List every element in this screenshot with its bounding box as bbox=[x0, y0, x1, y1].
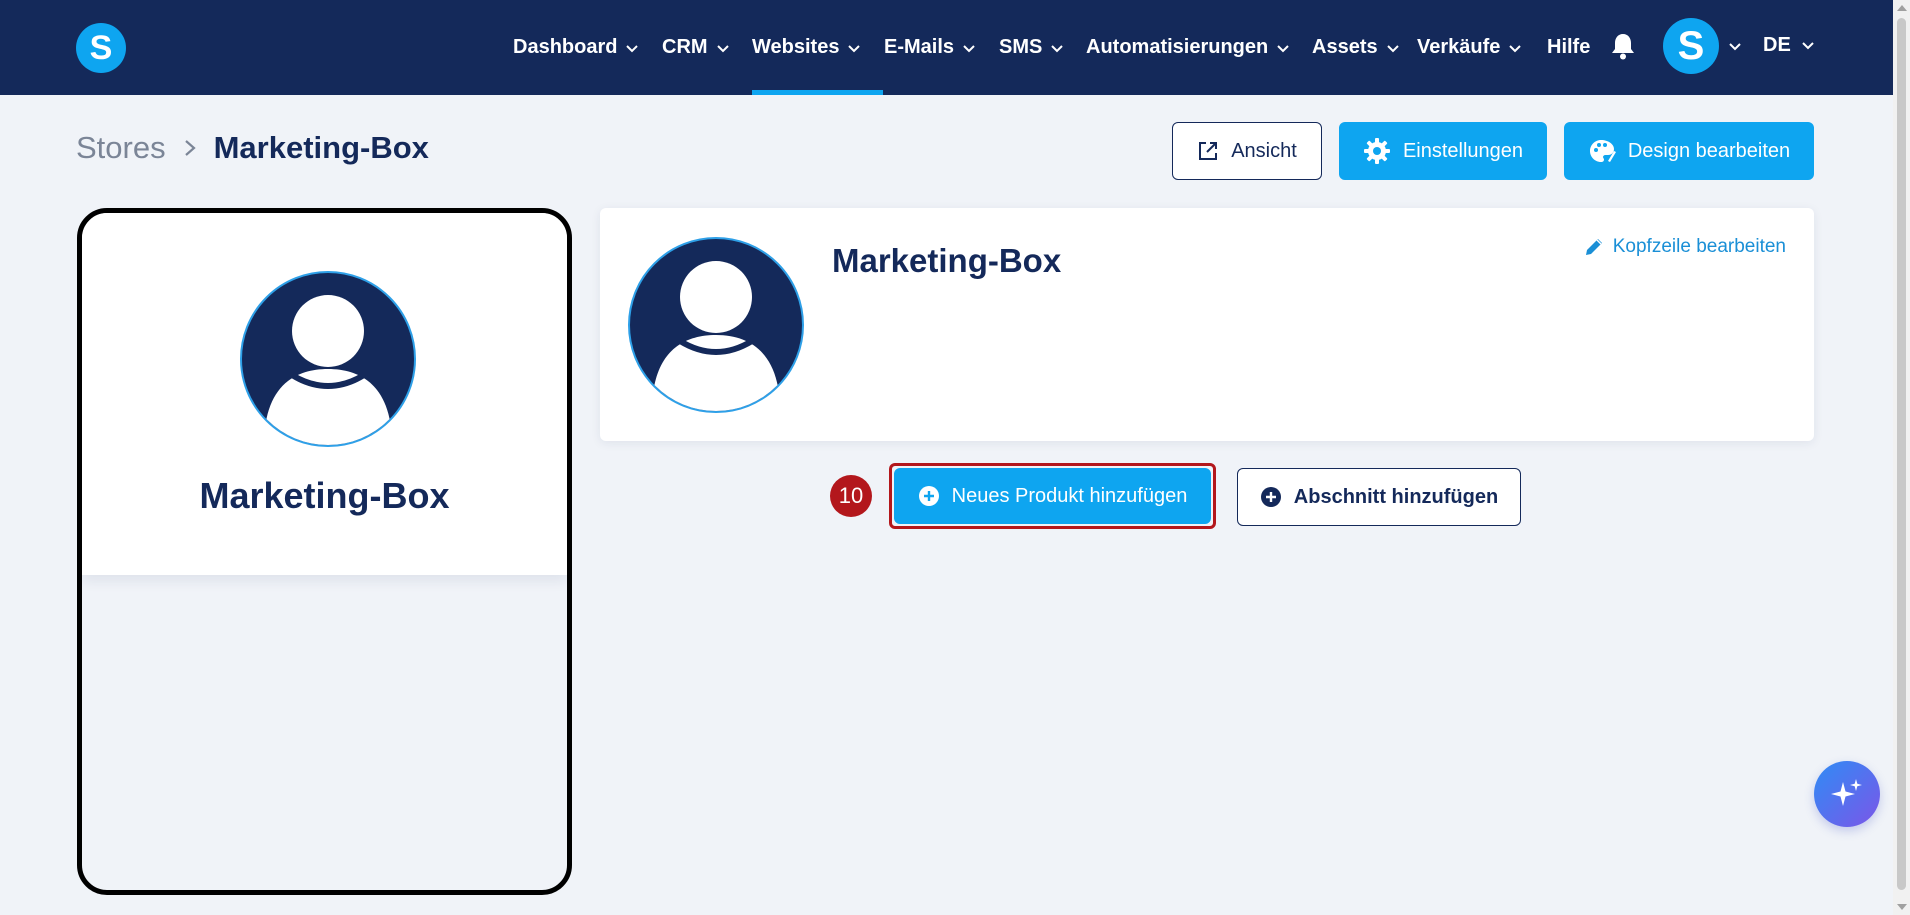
mobile-preview: Marketing-Box bbox=[77, 208, 572, 895]
scroll-down-arrow-icon[interactable] bbox=[1897, 904, 1907, 910]
plus-circle-icon bbox=[1260, 487, 1281, 507]
nav-item-label: Automatisierungen bbox=[1086, 36, 1269, 58]
chevron-down-icon bbox=[1051, 44, 1064, 52]
breadcrumb-stores-link[interactable]: Stores bbox=[76, 130, 166, 166]
add-section-label: Abschnitt hinzufügen bbox=[1293, 485, 1499, 508]
nav-item-automatisierungen[interactable]: Automatisierungen bbox=[1086, 0, 1290, 95]
breadcrumb: Stores Marketing-Box bbox=[76, 130, 429, 166]
preview-header: Marketing-Box bbox=[82, 213, 567, 575]
language-label: DE bbox=[1763, 33, 1791, 56]
nav-item-emails[interactable]: E-Mails bbox=[884, 0, 976, 95]
nav-item-label: Hilfe bbox=[1547, 36, 1591, 58]
profile-avatar-icon bbox=[628, 237, 804, 413]
scrollbar-thumb[interactable] bbox=[1897, 18, 1906, 890]
chevron-down-icon bbox=[963, 44, 975, 52]
chevron-down-icon bbox=[1386, 44, 1399, 52]
gear-icon bbox=[1363, 138, 1390, 164]
nav-item-label: CRM bbox=[662, 36, 708, 58]
page-scrollbar[interactable] bbox=[1893, 0, 1910, 915]
nav-item-label: E-Mails bbox=[884, 36, 955, 58]
store-header-card: Marketing-Box Kopfzeile bearbeiten bbox=[600, 208, 1814, 441]
pencil-icon bbox=[1585, 239, 1602, 255]
settings-button[interactable]: Einstellungen bbox=[1339, 122, 1547, 180]
nav-item-assets[interactable]: Assets bbox=[1312, 0, 1400, 95]
scroll-up-arrow-icon[interactable] bbox=[1897, 5, 1907, 11]
edit-header-label: Kopfzeile bearbeiten bbox=[1612, 236, 1786, 257]
design-edit-button[interactable]: Design bearbeiten bbox=[1564, 122, 1814, 180]
chevron-down-icon[interactable] bbox=[1728, 39, 1742, 53]
chevron-down-icon bbox=[626, 44, 639, 52]
add-section-button[interactable]: Abschnitt hinzufügen bbox=[1237, 468, 1521, 526]
language-selector[interactable]: DE bbox=[1763, 0, 1815, 90]
plus-circle-icon bbox=[918, 486, 939, 506]
nav-item-label: SMS bbox=[999, 36, 1043, 58]
nav-item-hilfe[interactable]: Hilfe bbox=[1547, 0, 1590, 95]
add-product-button[interactable]: Neues Produkt hinzufügen bbox=[894, 468, 1211, 524]
external-link-icon bbox=[1199, 142, 1218, 160]
nav-item-dashboard[interactable]: Dashboard bbox=[513, 0, 639, 95]
nav-item-websites[interactable]: Websites bbox=[752, 0, 884, 95]
chevron-down-icon bbox=[1509, 44, 1522, 52]
step-number-badge: 10 bbox=[830, 475, 872, 517]
bell-icon[interactable] bbox=[1610, 32, 1636, 60]
chevron-right-icon bbox=[184, 140, 196, 156]
page-title: Marketing-Box bbox=[213, 130, 429, 165]
nav-item-verkaeufe[interactable]: Verkäufe bbox=[1417, 0, 1522, 95]
top-navigation-bar: S Dashboard CRM Websites E-Mails SMS Aut… bbox=[0, 0, 1893, 95]
design-edit-button-label: Design bearbeiten bbox=[1627, 139, 1791, 162]
nav-item-label: Verkäufe bbox=[1417, 36, 1501, 58]
nav-item-label: Assets bbox=[1312, 36, 1378, 58]
profile-avatar-icon bbox=[240, 271, 416, 447]
user-avatar[interactable]: S bbox=[1663, 18, 1719, 74]
store-title: Marketing-Box bbox=[832, 242, 1062, 279]
chevron-down-icon bbox=[848, 44, 861, 52]
nav-item-label: Websites bbox=[752, 36, 840, 58]
ai-assistant-button[interactable] bbox=[1814, 761, 1880, 827]
sparkles-icon bbox=[1831, 779, 1862, 806]
add-product-label: Neues Produkt hinzufügen bbox=[951, 484, 1188, 507]
palette-icon bbox=[1589, 140, 1616, 162]
chevron-down-icon bbox=[1802, 42, 1814, 50]
settings-button-label: Einstellungen bbox=[1402, 139, 1524, 162]
view-button[interactable]: Ansicht bbox=[1172, 122, 1322, 180]
nav-item-crm[interactable]: CRM bbox=[662, 0, 730, 95]
chevron-down-icon bbox=[716, 44, 729, 52]
nav-item-label: Dashboard bbox=[513, 36, 618, 58]
chevron-down-icon bbox=[1277, 44, 1289, 52]
edit-header-link[interactable]: Kopfzeile bearbeiten bbox=[1583, 236, 1786, 258]
view-button-label: Ansicht bbox=[1231, 139, 1297, 162]
nav-item-sms[interactable]: SMS bbox=[999, 0, 1064, 95]
preview-store-title: Marketing-Box bbox=[199, 475, 450, 516]
